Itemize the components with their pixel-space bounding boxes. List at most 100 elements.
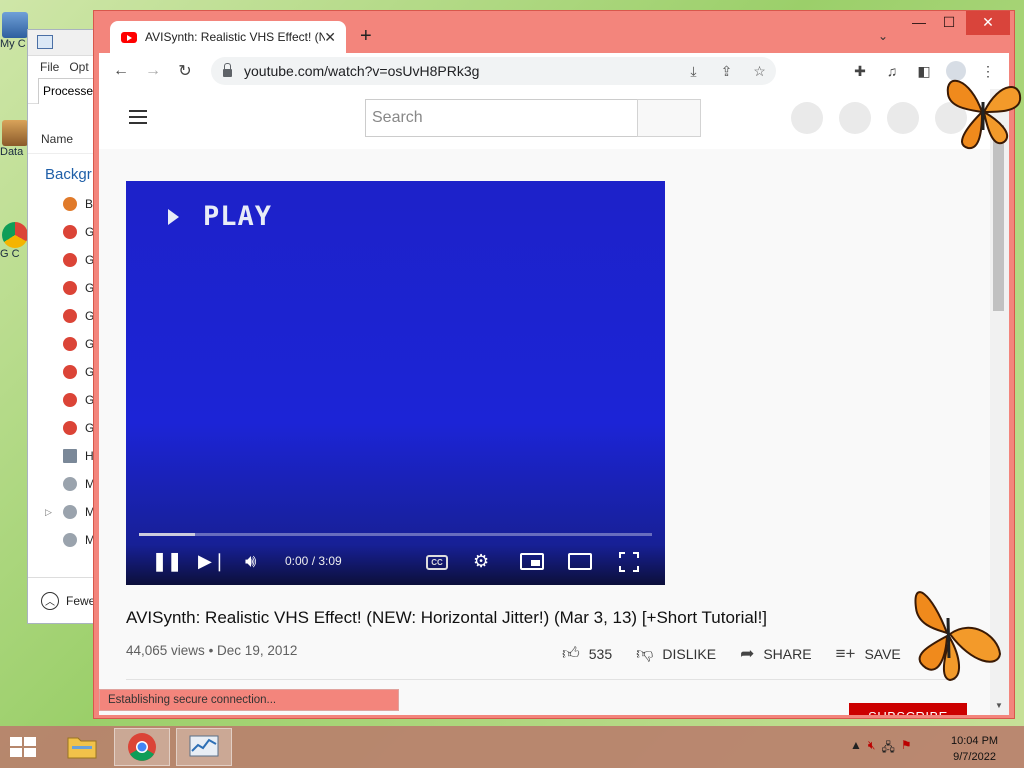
scroll-down-arrow-icon[interactable]: ▼ (995, 701, 1003, 710)
install-icon[interactable]: ⤓ (677, 63, 710, 80)
system-tray: ▲ 🔇︎ 🖧 ⚑ (850, 738, 912, 759)
youtube-favicon-icon (121, 31, 137, 43)
taskbar-file-explorer[interactable] (54, 728, 110, 766)
chevron-up-icon: ︿ (41, 591, 59, 610)
desktop-icon-my-computer[interactable]: My C (0, 12, 30, 50)
process-row[interactable]: H (28, 442, 101, 470)
menu-options[interactable]: Opt (69, 60, 88, 74)
vhs-play-overlay: PLAY (168, 201, 272, 232)
process-row[interactable]: G (28, 414, 101, 442)
back-button[interactable]: ← (105, 62, 137, 80)
theater-mode-icon[interactable] (568, 553, 592, 570)
tab-search-icon[interactable]: ⌄ (878, 29, 890, 43)
subscribe-button[interactable]: SUBSCRIBE (849, 703, 967, 715)
desktop-icon-label: G C (0, 248, 20, 260)
forward-button[interactable]: → (137, 62, 169, 80)
clock-time: 10:04 PM (951, 735, 999, 747)
column-header-name[interactable]: Name (28, 124, 101, 154)
process-row[interactable]: M (28, 526, 101, 554)
view-count: 44,065 views (126, 643, 205, 658)
process-icon (63, 225, 77, 239)
save-button[interactable]: ≡+ SAVE (836, 644, 901, 664)
desktop-icon-data[interactable]: Data (0, 120, 30, 158)
playlist-add-icon: ≡+ (835, 643, 856, 663)
desktop-icon-google-chrome[interactable]: G C (0, 222, 30, 260)
start-button[interactable] (10, 737, 38, 759)
taskbar-task-manager[interactable] (176, 728, 232, 766)
scroll-thumb[interactable] (993, 125, 1004, 311)
browser-toolbar: ← → ↻ youtube.com/watch?v=osUvH8PRk3g ⤓ … (99, 53, 1009, 89)
play-triangle-icon (168, 208, 179, 225)
process-row[interactable]: G (28, 302, 101, 330)
like-button[interactable]: 👍︎ 535 (562, 643, 612, 664)
process-icon (63, 449, 77, 463)
butterfly-icon (946, 79, 1022, 150)
side-panel-icon[interactable]: ◧ (908, 63, 940, 80)
fullscreen-icon[interactable] (619, 552, 639, 572)
next-icon[interactable]: ▶❘ (198, 551, 227, 572)
reload-button[interactable]: ↻ (169, 61, 201, 81)
header-placeholder-icon (887, 102, 919, 134)
task-manager-titlebar[interactable] (28, 30, 101, 56)
bookmark-star-icon[interactable]: ☆ (743, 63, 776, 80)
progress-bar[interactable] (139, 533, 652, 536)
volume-icon[interactable]: 🔊︎ (245, 551, 256, 572)
share-icon[interactable]: ⇪ (710, 63, 743, 80)
new-tab-button[interactable]: + (360, 25, 372, 48)
pause-icon[interactable]: ❚❚ (152, 551, 182, 572)
maximize-button[interactable]: ☐ (932, 11, 966, 35)
volume-muted-icon[interactable]: 🔇︎ (868, 738, 876, 759)
browser-tab[interactable]: AVISynth: Realistic VHS Effect! (N ✕ (110, 21, 346, 53)
address-bar[interactable]: youtube.com/watch?v=osUvH8PRk3g ⤓ ⇪ ☆ (211, 57, 776, 85)
close-button[interactable]: ✕ (966, 11, 1010, 35)
process-icon (63, 309, 77, 323)
media-control-icon[interactable]: ♫ (876, 63, 908, 79)
process-row[interactable]: ▷ M (28, 498, 101, 526)
network-icon[interactable]: 🖧 (881, 738, 894, 759)
expand-chevron-icon[interactable]: ▷ (45, 507, 52, 518)
process-row[interactable]: G (28, 274, 101, 302)
video-player[interactable]: PLAY ❚❚ ▶❘ 🔊︎ 0:00 / 3:09 CC ⚙ (126, 181, 665, 585)
lock-icon (223, 63, 232, 77)
taskbar-clock[interactable]: 10:04 PM 9/7/2022 (951, 733, 998, 765)
process-icon (63, 505, 77, 519)
process-row[interactable]: B (28, 190, 101, 218)
dislike-button[interactable]: 👎︎ DISLIKE (636, 643, 716, 664)
menu-file[interactable]: File (40, 60, 59, 74)
like-count: 535 (588, 645, 613, 662)
youtube-page: Search PLAY ❚❚ ▶❘ 🔊︎ 0:00 / 3:09 CC ⚙ AV… (99, 89, 1009, 715)
player-controls: ❚❚ ▶❘ 🔊︎ 0:00 / 3:09 CC ⚙ (126, 547, 665, 577)
extensions-icon[interactable]: ✚ (844, 63, 876, 80)
process-row[interactable]: M (28, 470, 101, 498)
fewer-details-button[interactable]: ︿ Fewe (28, 577, 101, 623)
process-row[interactable]: G (28, 246, 101, 274)
data-icon (2, 120, 28, 146)
youtube-header: Search (99, 89, 1009, 149)
action-center-flag-icon[interactable]: ⚑ (901, 738, 912, 759)
tab-strip: AVISynth: Realistic VHS Effect! (N ✕ + —… (94, 11, 1014, 53)
share-arrow-icon: ➦ (740, 643, 755, 663)
process-row[interactable]: G (28, 358, 101, 386)
tab-close-button[interactable]: ✕ (324, 29, 336, 46)
divider (126, 679, 956, 680)
process-icon (63, 393, 77, 407)
settings-gear-icon[interactable]: ⚙ (473, 551, 489, 572)
captions-icon[interactable]: CC (426, 555, 448, 570)
miniplayer-icon[interactable] (520, 553, 544, 570)
chrome-icon (2, 222, 28, 248)
share-button[interactable]: ➦ SHARE (740, 644, 811, 664)
hamburger-menu-icon[interactable] (129, 110, 147, 124)
group-background-processes: Backgr (45, 166, 92, 183)
show-hidden-icons-icon[interactable]: ▲ (850, 738, 862, 759)
video-title: AVISynth: Realistic VHS Effect! (NEW: Ho… (126, 608, 768, 627)
upload-date: Dec 19, 2012 (217, 643, 298, 658)
minimize-button[interactable]: — (902, 11, 936, 35)
process-row[interactable]: G (28, 330, 101, 358)
process-row[interactable]: G (28, 386, 101, 414)
header-placeholder-icon (791, 102, 823, 134)
search-button[interactable] (637, 99, 701, 137)
process-row[interactable]: G (28, 218, 101, 246)
search-input[interactable]: Search (365, 99, 638, 137)
taskbar-chrome[interactable] (114, 728, 170, 766)
task-manager-menu: File Opt (28, 56, 101, 78)
